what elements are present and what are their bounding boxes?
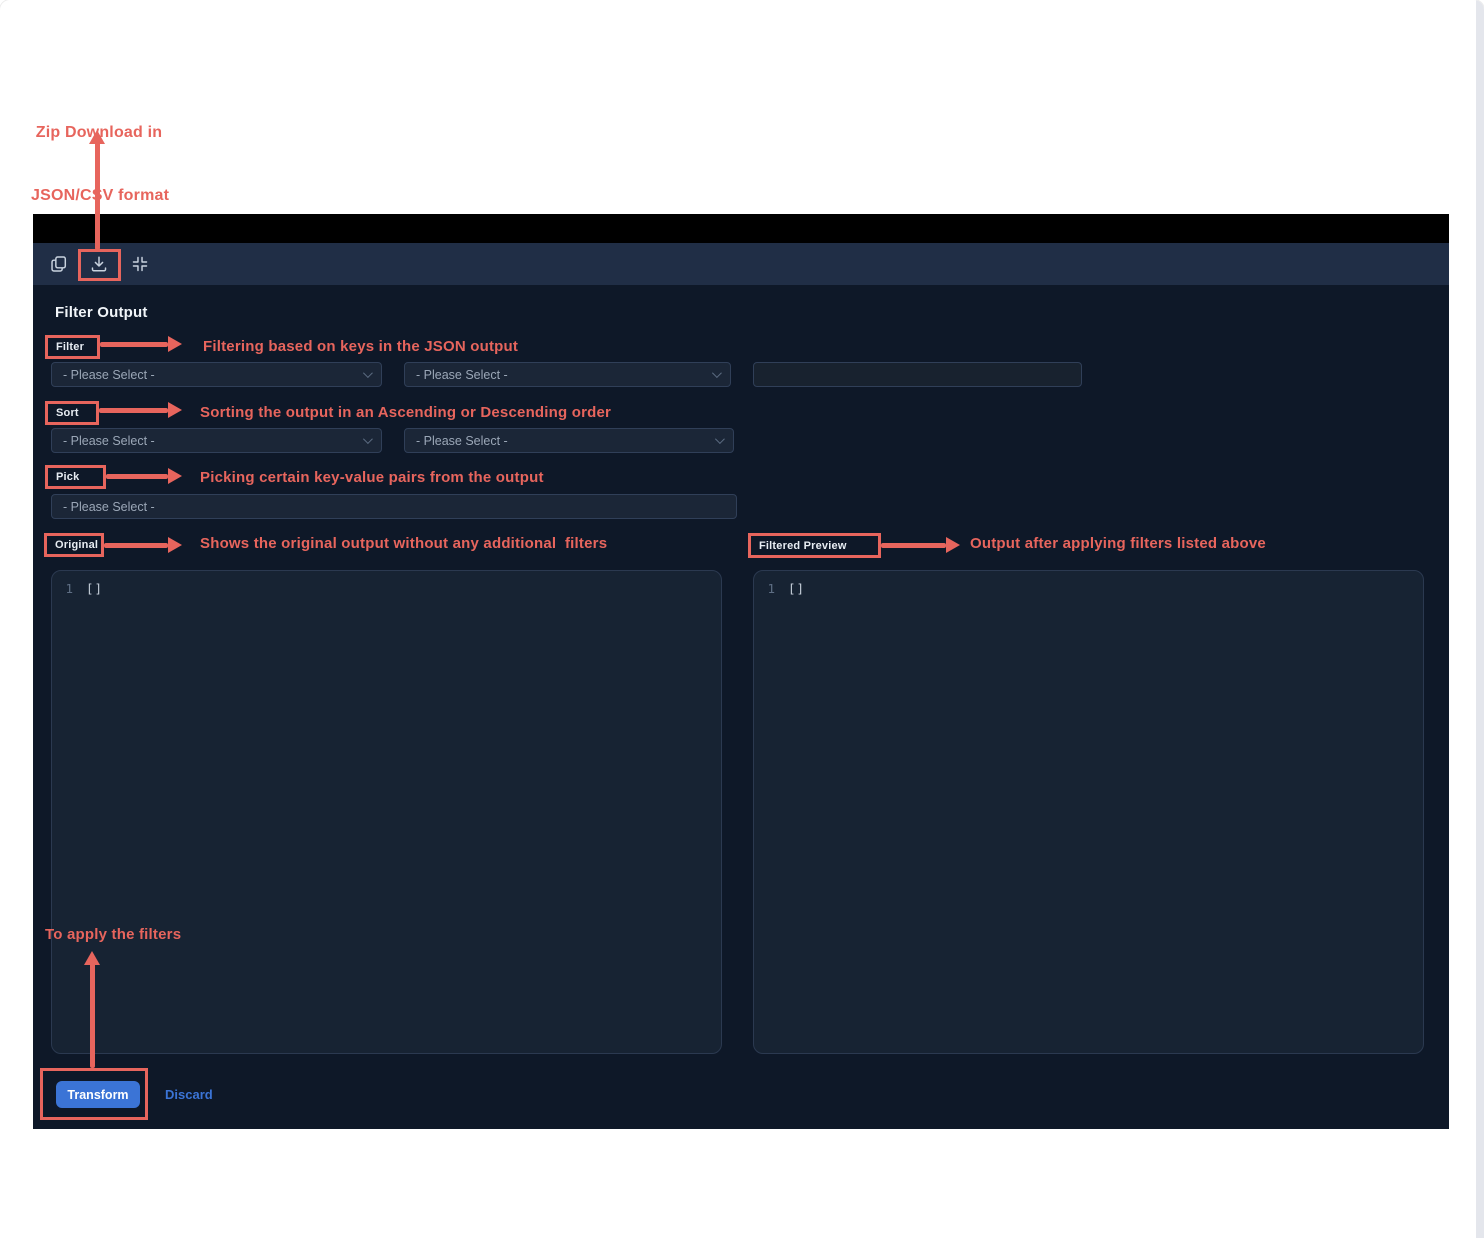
code-content: [] xyxy=(86,581,103,596)
original-arrow-shaft xyxy=(104,543,168,548)
pick-select-value: - Please Select - xyxy=(63,500,155,514)
pick-arrow-shaft xyxy=(106,474,168,479)
original-annotation: Shows the original output without any ad… xyxy=(200,535,607,552)
sort-order-select[interactable]: - Please Select - xyxy=(404,428,734,453)
page-title: Filter Output xyxy=(55,304,148,321)
filtered-preview-label-frame: Filtered Preview xyxy=(748,533,881,558)
code-line: 1 [] xyxy=(52,571,721,596)
sort-arrow-head xyxy=(168,402,182,418)
filtered-preview-label: Filtered Preview xyxy=(759,540,847,552)
original-arrow-head xyxy=(168,537,182,553)
editor-toolbar xyxy=(33,243,1449,285)
copy-icon[interactable] xyxy=(50,255,68,273)
pick-label: Pick xyxy=(56,471,79,483)
filter-label-frame: Filter xyxy=(45,335,100,359)
code-content: [] xyxy=(788,581,805,596)
sort-annotation: Sorting the output in an Ascending or De… xyxy=(200,404,611,421)
filter-output-screen: Filter Output Filter - Please Select - -… xyxy=(0,0,1484,1238)
discard-button[interactable]: Discard xyxy=(165,1087,213,1102)
original-label: Original xyxy=(55,539,98,551)
code-line: 1 [] xyxy=(754,571,1423,596)
chevron-down-icon xyxy=(363,368,373,378)
chevron-down-icon xyxy=(363,434,373,444)
line-number: 1 xyxy=(52,581,86,596)
filter-key-select-value: - Please Select - xyxy=(63,368,155,382)
sort-order-select-value: - Please Select - xyxy=(416,434,508,448)
filtered-preview-annotation: Output after applying filters listed abo… xyxy=(970,535,1266,552)
top-black-bar xyxy=(33,214,1449,243)
apply-annotation: To apply the filters xyxy=(45,926,181,943)
pick-annotation: Picking certain key-value pairs from the… xyxy=(200,469,544,486)
collapse-icon[interactable] xyxy=(131,255,149,273)
filter-annotation: Filtering based on keys in the JSON outp… xyxy=(203,338,518,355)
chevron-down-icon xyxy=(712,368,722,378)
filter-arrow-head xyxy=(168,336,182,352)
filter-label: Filter xyxy=(56,341,84,353)
sort-arrow-shaft xyxy=(99,408,168,413)
transform-button-frame xyxy=(40,1068,148,1120)
line-number: 1 xyxy=(754,581,788,596)
apply-arrow-shaft xyxy=(90,963,95,1068)
download-button-frame xyxy=(78,249,121,281)
zip-download-arrow-shaft xyxy=(95,142,100,250)
pick-select[interactable]: - Please Select - xyxy=(51,494,737,519)
sort-label-frame: Sort xyxy=(45,401,99,425)
pick-arrow-head xyxy=(168,468,182,484)
page-edge-scrollbar[interactable] xyxy=(1476,0,1484,1238)
sort-key-select-value: - Please Select - xyxy=(63,434,155,448)
sort-label: Sort xyxy=(56,407,79,419)
original-label-frame: Original xyxy=(44,533,104,557)
filter-value-input[interactable] xyxy=(753,362,1082,387)
filtered-preview-arrow-shaft xyxy=(881,543,946,548)
filter-arrow-shaft xyxy=(100,342,168,347)
sort-key-select[interactable]: - Please Select - xyxy=(51,428,382,453)
filter-key-select[interactable]: - Please Select - xyxy=(51,362,382,387)
filtered-preview-arrow-head xyxy=(946,537,960,553)
original-output-editor[interactable]: 1 [] xyxy=(51,570,722,1054)
filter-operator-select-value: - Please Select - xyxy=(416,368,508,382)
filter-operator-select[interactable]: - Please Select - xyxy=(404,362,731,387)
chevron-down-icon xyxy=(715,434,725,444)
pick-label-frame: Pick xyxy=(45,465,106,489)
filtered-preview-editor[interactable]: 1 [] xyxy=(753,570,1424,1054)
